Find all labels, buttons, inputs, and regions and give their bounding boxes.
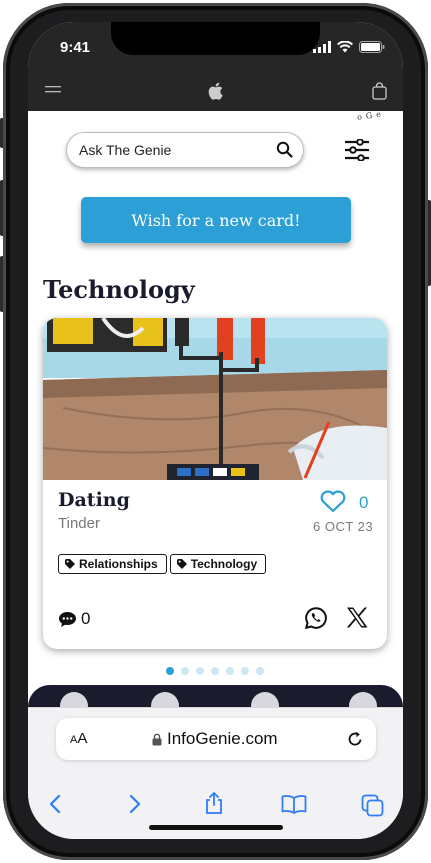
status-time: 9:41: [60, 39, 91, 56]
signal-icon: [313, 41, 331, 53]
card-image: [43, 318, 387, 480]
aa-big: A: [77, 730, 88, 747]
search-input[interactable]: Ask The Genie: [79, 142, 171, 158]
browser-toolbar: AA InfoGenie.com: [28, 707, 403, 839]
tag-label: Relationships: [79, 557, 158, 571]
forward-icon[interactable]: [128, 794, 142, 814]
pagination-dot[interactable]: [226, 667, 234, 675]
filter-settings-icon[interactable]: [344, 139, 370, 161]
pagination-dot[interactable]: [181, 667, 189, 675]
wifi-icon: [337, 41, 353, 53]
url-text: InfoGenie.com: [167, 729, 278, 748]
x-share-icon[interactable]: [346, 607, 368, 628]
screen: 9:41 oGe Ask The Genie Wish for a new ca…: [28, 22, 403, 839]
apple-logo-icon[interactable]: [208, 82, 223, 100]
url-display[interactable]: InfoGenie.com: [152, 729, 278, 749]
card-title: Dating: [58, 489, 130, 511]
tag-icon: [65, 559, 75, 569]
reload-icon[interactable]: [346, 730, 364, 748]
pagination-dot[interactable]: [211, 667, 219, 675]
notch: [111, 22, 320, 55]
comments-button[interactable]: 0: [58, 609, 90, 629]
infogenie-logo: oGe: [356, 111, 386, 122]
battery-icon: [359, 41, 385, 53]
likes-count: 0: [359, 493, 369, 512]
app-content: oGe Ask The Genie Wish for a new card! T…: [28, 111, 403, 707]
tag-label: Technology: [190, 557, 258, 571]
home-indicator: [149, 825, 283, 830]
status-icons: [313, 41, 385, 53]
share-icon[interactable]: [204, 791, 224, 815]
section-title: Technology: [43, 275, 195, 304]
carousel-pagination: [166, 667, 264, 675]
address-bar[interactable]: AA InfoGenie.com: [56, 718, 376, 760]
card-date: 6 OCT 23: [313, 519, 374, 534]
pagination-dot[interactable]: [256, 667, 264, 675]
lock-icon: [152, 733, 162, 745]
search-icon[interactable]: [276, 141, 293, 158]
site-nav-bar: [28, 74, 403, 111]
wish-new-card-button[interactable]: Wish for a new card!: [81, 197, 351, 243]
topic-card[interactable]: Dating Tinder 0 6 OCT 23 Relationships T…: [43, 318, 387, 649]
whatsapp-share-icon[interactable]: [304, 606, 328, 630]
phone-frame: 9:41 oGe Ask The Genie Wish for a new ca…: [0, 0, 431, 863]
pagination-dot[interactable]: [196, 667, 204, 675]
tag-technology[interactable]: Technology: [169, 554, 267, 574]
search-bar[interactable]: Ask The Genie: [66, 132, 304, 168]
comment-icon: [59, 611, 76, 627]
bookmarks-icon[interactable]: [281, 794, 307, 814]
heart-icon[interactable]: [320, 490, 346, 513]
card-subtitle: Tinder: [58, 515, 100, 532]
tag-list: Relationships Technology: [58, 554, 267, 574]
text-size-button[interactable]: AA: [70, 730, 87, 747]
pagination-dot[interactable]: [166, 667, 174, 675]
hamburger-icon[interactable]: [45, 85, 61, 97]
shopping-bag-icon[interactable]: [372, 82, 387, 100]
pagination-dot[interactable]: [241, 667, 249, 675]
comments-count: 0: [81, 609, 91, 628]
tag-icon: [176, 559, 187, 569]
back-icon[interactable]: [48, 794, 62, 814]
tabs-icon[interactable]: [361, 794, 384, 817]
tag-relationships[interactable]: Relationships: [58, 554, 167, 574]
status-bar: 9:41: [28, 22, 403, 74]
